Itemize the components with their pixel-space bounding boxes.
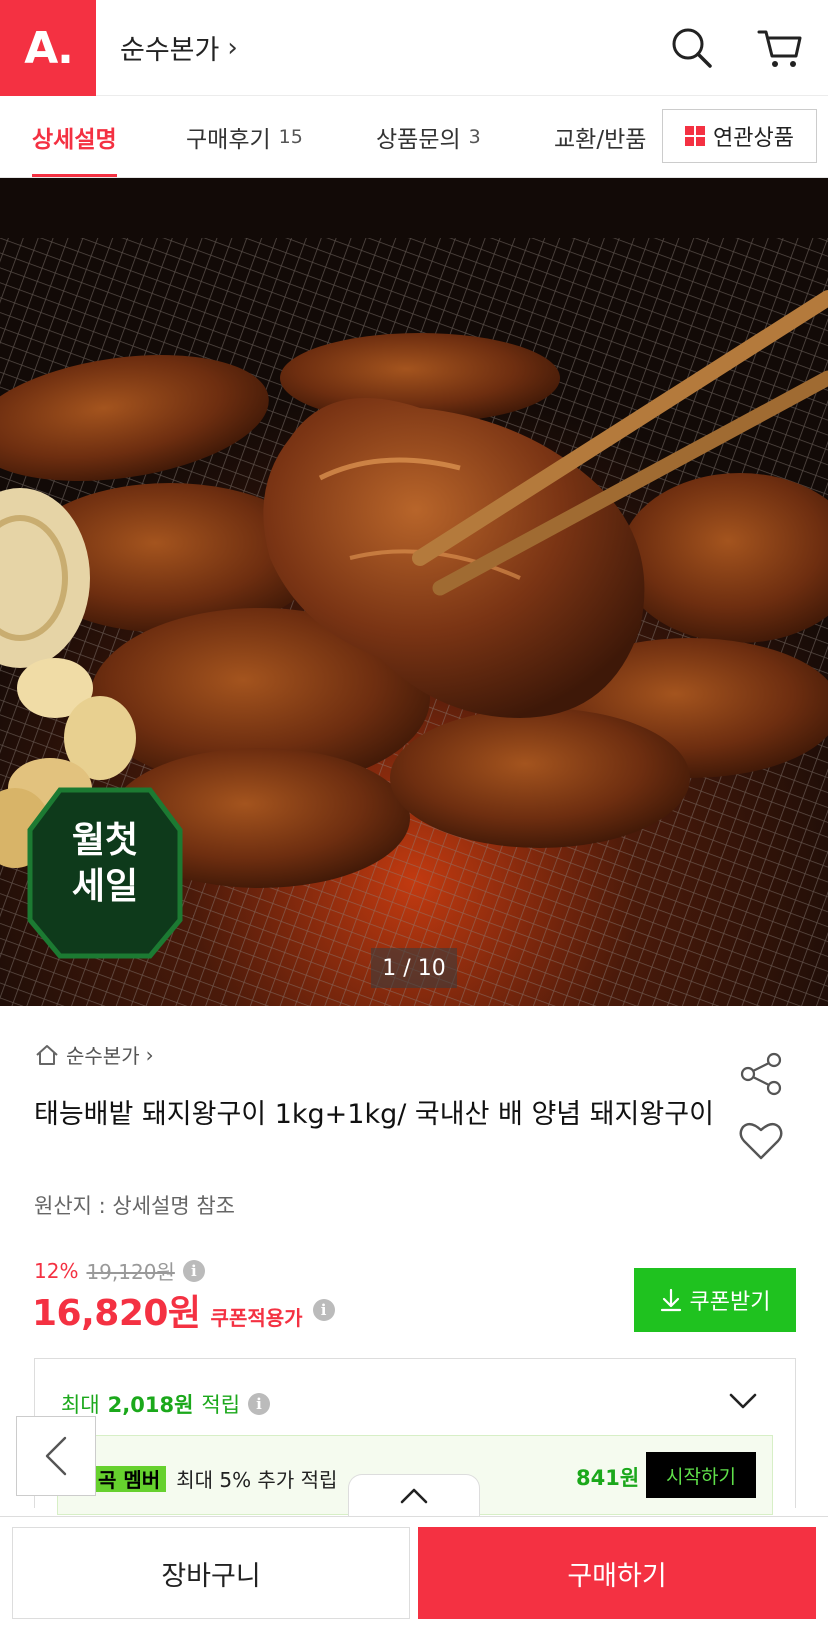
tab-label: 교환/반품 <box>554 127 647 153</box>
home-icon <box>36 1044 58 1065</box>
tab-label: 구매후기 <box>186 127 271 153</box>
product-origin: 원산지 : 상세설명 참조 <box>34 1194 235 1218</box>
tab-label: 상품문의 <box>376 127 461 153</box>
product-image-carousel[interactable]: 월첫 세일 <box>0 178 828 1006</box>
back-button[interactable] <box>16 1416 96 1496</box>
chevron-right-icon: › <box>227 32 238 63</box>
membership-badge-prefix: 곡 <box>98 1468 117 1492</box>
product-title: 태능배밭 돼지왕구이 1kg+1kg/ 국내산 배 양념 돼지왕구이 <box>34 1099 714 1130</box>
brand-logo[interactable]: A. <box>0 0 96 96</box>
purchase-bar: 장바구니 구매하기 <box>0 1516 828 1628</box>
price-row: 16,820원 쿠폰적용가 i <box>32 1284 335 1336</box>
discount-percent: 12% <box>34 1258 79 1283</box>
points-summary[interactable]: 최대 2,018원 적립 i <box>61 1389 271 1419</box>
image-counter: 1 / 10 <box>371 948 457 988</box>
membership-badge: 곡 멤버 <box>92 1465 167 1492</box>
heart-icon[interactable] <box>738 1118 784 1162</box>
chevron-left-icon <box>45 1436 67 1476</box>
sale-badge-line1: 월첫 <box>71 820 139 861</box>
coupon-price-label: 쿠폰적용가 <box>210 1306 303 1330</box>
add-to-cart-button[interactable]: 장바구니 <box>12 1527 410 1619</box>
chevron-up-icon <box>400 1488 428 1503</box>
tab-details[interactable]: 상세설명 <box>32 96 117 177</box>
chevron-down-icon[interactable] <box>728 1389 758 1413</box>
share-icon[interactable] <box>738 1052 784 1096</box>
info-icon[interactable]: i <box>248 1393 271 1415</box>
top-header: A. 순수본가 › <box>0 0 828 96</box>
membership-badge-label: 멤버 <box>123 1468 161 1492</box>
tab-count: 15 <box>278 126 303 148</box>
tab-exchange-return[interactable]: 교환/반품 <box>554 96 647 177</box>
sale-price: 16,820원 <box>32 1293 201 1334</box>
sale-badge: 월첫 세일 <box>30 818 180 910</box>
related-products-label: 연관상품 <box>713 126 794 151</box>
product-tabs: 상세설명 구매후기 15 상품문의 3 교환/반품 연관상품 <box>0 96 828 178</box>
points-amount: 2,018원 <box>107 1393 194 1417</box>
membership-points: 841원 <box>576 1466 640 1490</box>
store-name-link[interactable]: 순수본가 › <box>120 28 238 67</box>
points-suffix: 적립 <box>201 1393 241 1417</box>
expand-handle[interactable] <box>348 1474 480 1516</box>
store-name: 순수본가 <box>120 35 220 66</box>
original-price: 19,120원 <box>86 1260 175 1284</box>
chevron-right-icon: › <box>145 1042 154 1067</box>
download-icon <box>660 1288 681 1312</box>
membership-tag: 곡 멤버 최대 5% 추가 적립 <box>92 1464 337 1493</box>
related-products-button[interactable]: 연관상품 <box>662 109 817 163</box>
sale-badge-line2: 세일 <box>71 866 139 907</box>
search-icon[interactable] <box>668 24 716 72</box>
buy-now-button[interactable]: 구매하기 <box>418 1527 816 1619</box>
points-prefix: 최대 <box>61 1393 100 1417</box>
get-coupon-button[interactable]: 쿠폰받기 <box>634 1268 796 1332</box>
shop-name: 순수본가 <box>66 1044 140 1068</box>
grid-icon <box>685 126 706 146</box>
info-icon[interactable]: i <box>182 1259 205 1282</box>
start-membership-button[interactable]: 시작하기 <box>646 1452 756 1498</box>
discount-row: 12% 19,120원 i <box>34 1256 205 1285</box>
tab-reviews[interactable]: 구매후기 15 <box>186 96 303 177</box>
cart-icon[interactable] <box>756 24 804 72</box>
shop-breadcrumb[interactable]: 순수본가 › <box>34 1040 154 1069</box>
tab-qna[interactable]: 상품문의 3 <box>376 96 481 177</box>
tab-count: 3 <box>468 126 481 148</box>
membership-text: 최대 5% 추가 적립 <box>176 1468 338 1492</box>
info-icon[interactable]: i <box>312 1299 335 1321</box>
coupon-button-label: 쿠폰받기 <box>689 1290 771 1315</box>
tab-label: 상세설명 <box>32 127 117 153</box>
